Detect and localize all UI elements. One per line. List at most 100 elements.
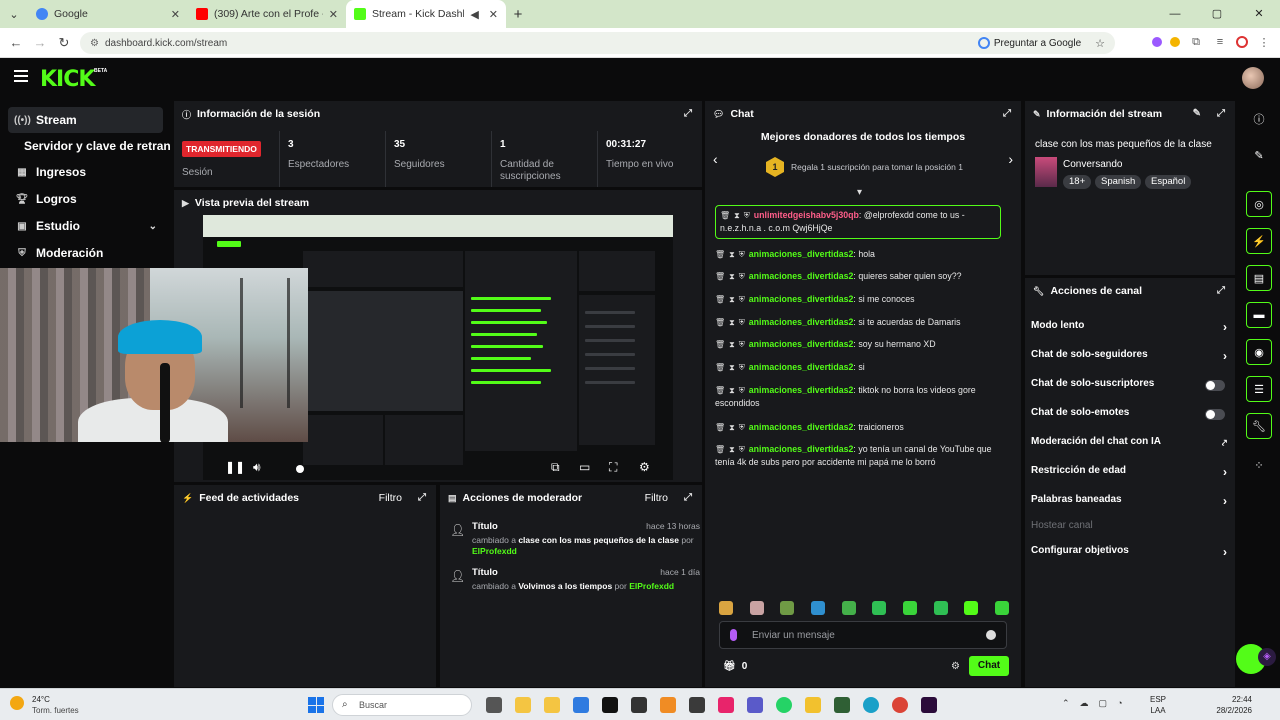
chat-settings-icon[interactable]: ⚙ [951,661,960,672]
task-view-icon[interactable] [486,697,502,713]
back-icon[interactable]: ← [4,35,28,50]
chat-message[interactable]: 🗑︎ ⧗ ⛨ animaciones_divertidas2: si me conoc… [715,293,1001,306]
ban-icon[interactable]: ⛨ [739,295,745,304]
timeout-icon[interactable]: ⧗ [729,363,735,372]
new-tab-button[interactable]: + [506,6,530,23]
sidebar-item-moderacion[interactable]: ⛨ Moderación [8,240,163,266]
action-banned-words[interactable]: Palabras baneadas › [1031,494,1229,514]
tray-icon[interactable]: ☁ [1080,698,1089,709]
chrome-icon[interactable] [892,697,908,713]
filter-button[interactable]: Filtro [645,492,668,504]
chat-message[interactable]: 🗑︎ ⧗ ⛨ unlimitedgeishabv5j30qb: @elprofexdd… [715,205,1001,239]
trash-icon[interactable]: 🗑︎ [715,250,725,259]
prev-arrow-icon[interactable]: ‹ [713,151,718,167]
chat-message[interactable]: 🗑︎ ⧗ ⛨ animaciones_divertidas2: soy su herm… [715,338,1001,351]
close-window-icon[interactable]: ✕ [1238,0,1280,28]
kick-logo[interactable]: KICK [40,67,95,92]
action-age-restriction[interactable]: Restricción de edad › [1031,465,1229,485]
ban-icon[interactable]: ⛨ [739,272,745,281]
emote-icon[interactable] [841,601,856,615]
volume-icon[interactable]: 🔊︎ [253,460,261,475]
ban-icon[interactable]: ⛨ [739,363,745,372]
tiktok-icon[interactable] [602,697,618,713]
fullscreen-icon[interactable]: ⛶ [609,460,617,475]
edge-icon[interactable] [863,697,879,713]
broadcast-icon[interactable]: ◉ [1246,339,1272,365]
mute-tab-icon[interactable]: ◀ [470,8,478,21]
category-name[interactable]: Conversando [1063,159,1122,170]
close-tab-icon[interactable]: ✕ [329,8,338,21]
language-indicator[interactable]: ESP LAA [1150,694,1166,716]
theater-icon[interactable]: ▭ [579,460,590,474]
ban-icon[interactable]: ⛨ [739,386,745,395]
premiere-icon[interactable] [921,697,937,713]
menu-dots-icon[interactable]: ⋮ [1256,34,1272,50]
timeout-icon[interactable]: ⧗ [729,318,735,327]
action-followers-only[interactable]: Chat de solo-seguidores › [1031,349,1229,369]
pencil-icon[interactable]: ✎ [1193,108,1201,119]
expand-icon[interactable]: ⤢ [1217,285,1225,296]
store-icon[interactable] [573,697,589,713]
app-icon[interactable] [718,697,734,713]
ban-icon[interactable]: ⛨ [739,445,745,454]
tray-icon[interactable]: ◔ [1117,698,1122,709]
collapse-icon[interactable]: ▾ [857,187,862,198]
tab-youtube[interactable]: (309) Arte con el Profe - YouTube ✕ [188,0,346,28]
volume-slider[interactable] [296,465,304,473]
gift-prompt[interactable]: Regala 1 suscripción para tomar la posic… [791,162,963,172]
emote-icon[interactable] [719,601,733,615]
trash-icon[interactable]: 🗑︎ [715,272,725,281]
app-icon[interactable] [631,697,647,713]
emote-icon[interactable] [933,601,948,615]
expand-icon[interactable]: ⤢ [1003,108,1011,119]
bookmark-star-icon[interactable]: ☆ [1095,37,1105,50]
maximize-icon[interactable]: ▢ [1196,0,1238,28]
app-icon[interactable] [834,697,850,713]
list-icon[interactable]: ☰ [1246,376,1272,402]
expand-icon[interactable]: ⤢ [684,492,692,503]
action-slow-mode[interactable]: Modo lento › [1031,320,1229,340]
file-explorer-icon[interactable] [515,697,531,713]
emote-icon[interactable] [994,601,1009,615]
reload-icon[interactable]: ↻ [52,35,76,51]
tab-google[interactable]: Google ✕ [28,0,188,28]
sidebar-item-stream-key[interactable]: Servidor y clave de retransmisión [24,139,170,153]
emote-icon[interactable] [780,601,795,615]
action-emotes-only[interactable]: Chat de solo-emotes [1031,407,1229,427]
emote-icon[interactable] [749,601,764,615]
timeout-icon[interactable]: ⧗ [729,295,735,304]
toggle-switch[interactable] [1205,409,1225,420]
url-field[interactable]: ⚙ dashboard.kick.com/stream Preguntar a … [80,32,1115,54]
filter-button[interactable]: Filtro [379,492,402,504]
close-tab-icon[interactable]: ✕ [171,8,180,21]
ban-icon[interactable]: ⛨ [739,340,745,349]
ban-icon[interactable]: ⛨ [744,211,750,220]
expand-icon[interactable]: ⤢ [684,108,692,119]
chat-message[interactable]: 🗑︎ ⧗ ⛨ animaciones_divertidas2: traicionero… [715,421,1001,434]
chat-message[interactable]: 🗑︎ ⧗ ⛨ animaciones_divertidas2: tiktok no b… [715,384,1001,410]
trash-icon[interactable]: 🗑︎ [715,363,725,372]
expand-icon[interactable]: ⤢ [1217,108,1225,119]
chat-message[interactable]: 🗑︎ ⧗ ⛨ animaciones_divertidas2: si te acuer… [715,316,1001,329]
app-icon[interactable] [689,697,705,713]
expand-icon[interactable]: ⤢ [418,492,426,503]
tab-search-icon[interactable]: ⌄ [0,0,28,28]
close-tab-icon[interactable]: ✕ [489,8,498,21]
pip-icon[interactable]: ⧉ [551,460,560,475]
ask-google-button[interactable]: Preguntar a Google [977,37,1081,49]
chat-message[interactable]: 🗑︎ ⧗ ⛨ animaciones_divertidas2: quieres sab… [715,270,1001,283]
settings-icon[interactable]: ⚙ [639,460,650,474]
minimize-icon[interactable]: — [1154,0,1196,28]
info-icon[interactable]: ⓘ [1246,106,1272,132]
timeout-icon[interactable]: ⧗ [729,272,735,281]
pencil-icon[interactable]: ✎ [1246,142,1272,168]
wrench-icon[interactable]: 🔧︎ [1246,413,1272,439]
extension-float-icon[interactable]: ◈ [1258,648,1276,666]
extension-icon[interactable] [1170,37,1180,47]
ban-icon[interactable]: ⛨ [739,318,745,327]
emote-icon[interactable] [872,601,887,615]
folder-icon[interactable] [544,697,560,713]
tray-up-icon[interactable]: ⌃ [1062,698,1070,709]
trash-icon[interactable]: 🗑︎ [715,423,725,432]
action-ai-moderation[interactable]: Moderación del chat con IA ⤤ [1031,436,1229,456]
